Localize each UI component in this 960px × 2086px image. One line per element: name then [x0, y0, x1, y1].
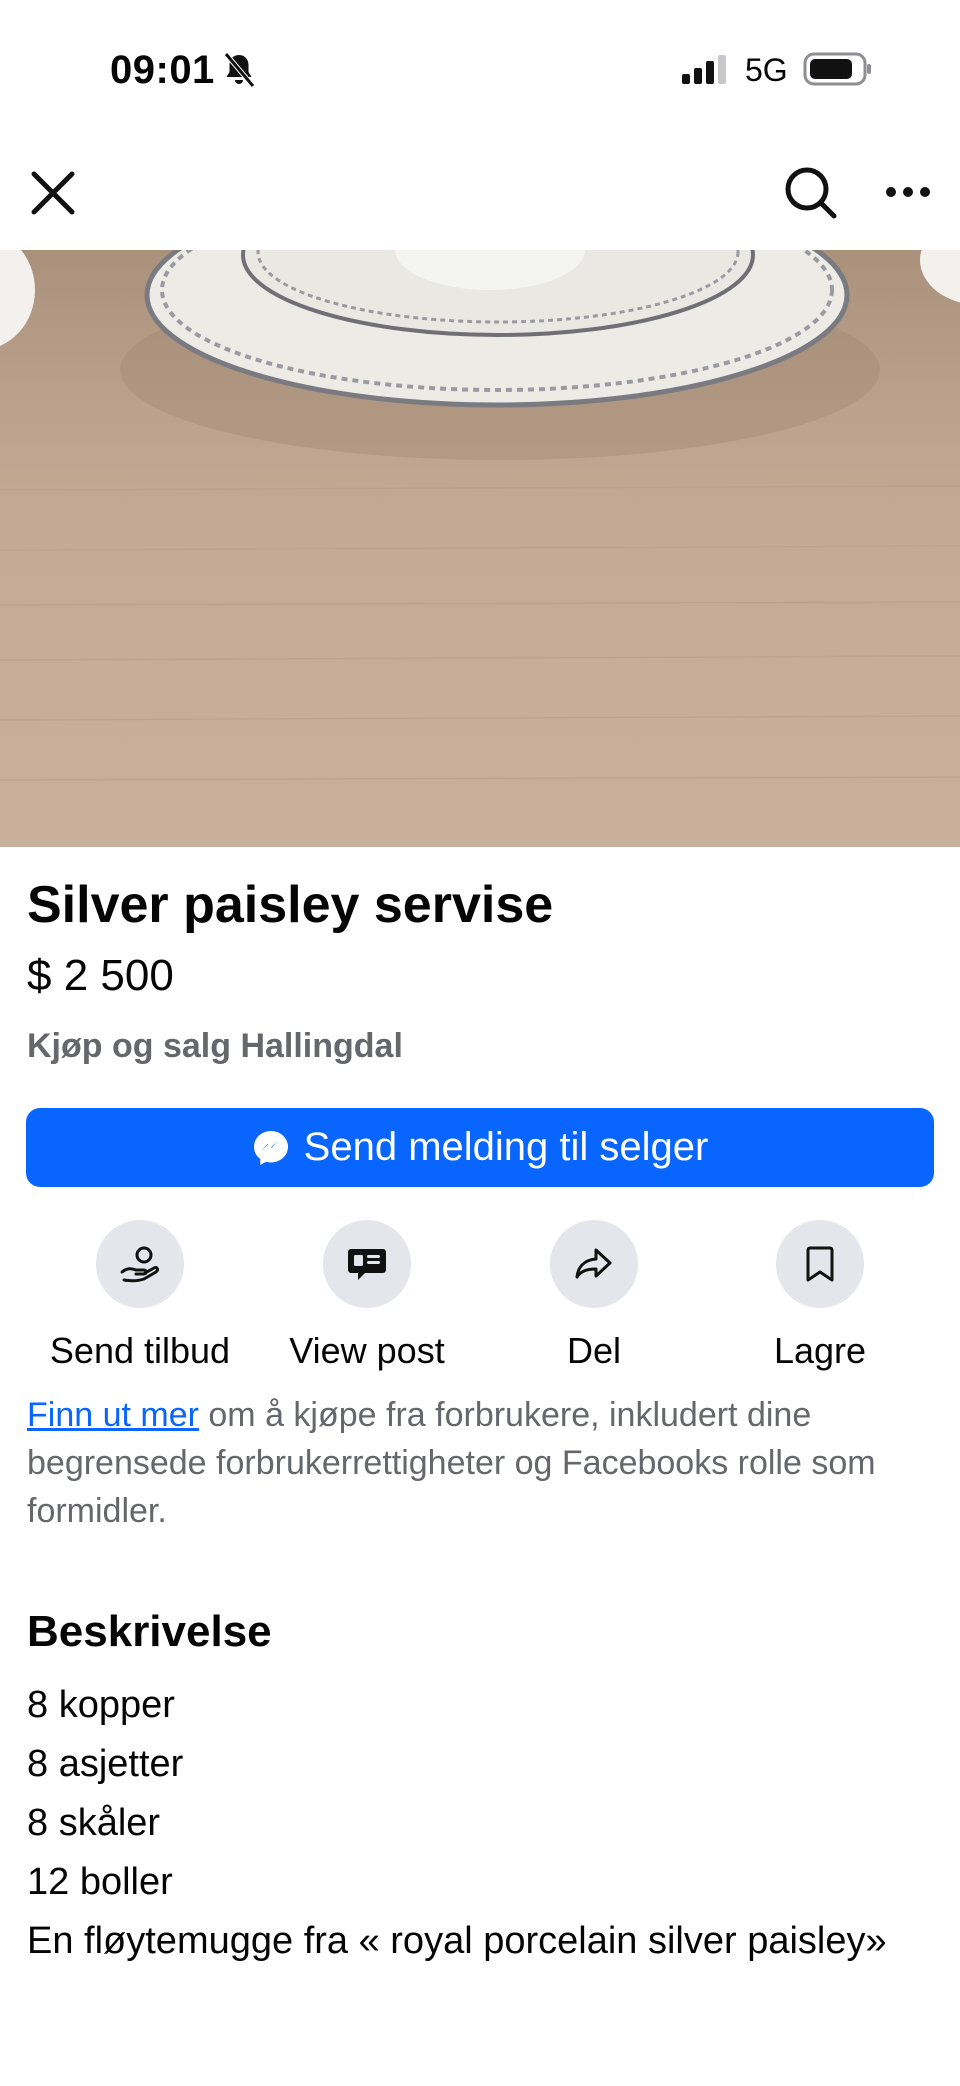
- save-label: Lagre: [773, 1330, 867, 1371]
- view-post-label: View post: [289, 1330, 445, 1371]
- description-line: 8 kopper: [27, 1684, 175, 1726]
- top-nav: [0, 140, 960, 250]
- description-heading: Beskrivelse: [27, 1607, 272, 1656]
- send-message-button[interactable]: Send melding til selger: [26, 1108, 934, 1187]
- view-post-button[interactable]: View post: [257, 1220, 477, 1372]
- share-label: Del: [566, 1330, 622, 1371]
- product-image[interactable]: [0, 250, 960, 847]
- description-line: 8 skåler: [27, 1802, 161, 1844]
- action-row: Send tilbud View post Del Lagre: [0, 1220, 960, 1372]
- listing-title: Silver paisley servise: [27, 876, 554, 934]
- consumer-info-text: Finn ut mer om å kjøpe fra forbrukere, i…: [27, 1391, 927, 1535]
- product-photo: [0, 250, 960, 847]
- description-list: 8 kopper 8 asjetter 8 skåler 12 boller E…: [27, 1676, 927, 1971]
- save-button[interactable]: Lagre: [710, 1220, 930, 1372]
- description-line: En fløytemugge fra « royal porcelain sil…: [27, 1920, 887, 1962]
- send-message-label: Send melding til selger: [303, 1125, 709, 1169]
- share-button[interactable]: Del: [484, 1220, 704, 1372]
- save-icon-circle: [776, 1220, 864, 1308]
- signal-icon: [682, 55, 726, 84]
- bell-slash-icon: [224, 52, 255, 88]
- listing-price: $ 2 500: [27, 951, 174, 1000]
- status-bar: 09:01 5G: [0, 0, 960, 140]
- close-icon[interactable]: [28, 168, 78, 218]
- share-icon: [575, 1248, 612, 1279]
- messenger-icon: [253, 1130, 288, 1165]
- battery-icon: [803, 52, 871, 86]
- more-icon[interactable]: [884, 180, 932, 204]
- status-time: 09:01: [110, 48, 215, 92]
- search-icon[interactable]: [782, 164, 838, 220]
- offer-icon-circle: [96, 1220, 184, 1308]
- bookmark-icon: [806, 1246, 834, 1282]
- network-label: 5G: [745, 52, 788, 88]
- description-line: 12 boller: [27, 1861, 173, 1903]
- group-name[interactable]: Kjøp og salg Hallingdal: [27, 1027, 403, 1066]
- description-line: 8 asjetter: [27, 1743, 184, 1785]
- learn-more-link[interactable]: Finn ut mer: [27, 1396, 199, 1434]
- send-offer-button[interactable]: Send tilbud: [30, 1220, 250, 1372]
- view-post-icon-circle: [323, 1220, 411, 1308]
- share-icon-circle: [550, 1220, 638, 1308]
- send-offer-label: Send tilbud: [49, 1330, 231, 1371]
- post-icon: [348, 1249, 386, 1280]
- offer-hand-icon: [120, 1246, 159, 1283]
